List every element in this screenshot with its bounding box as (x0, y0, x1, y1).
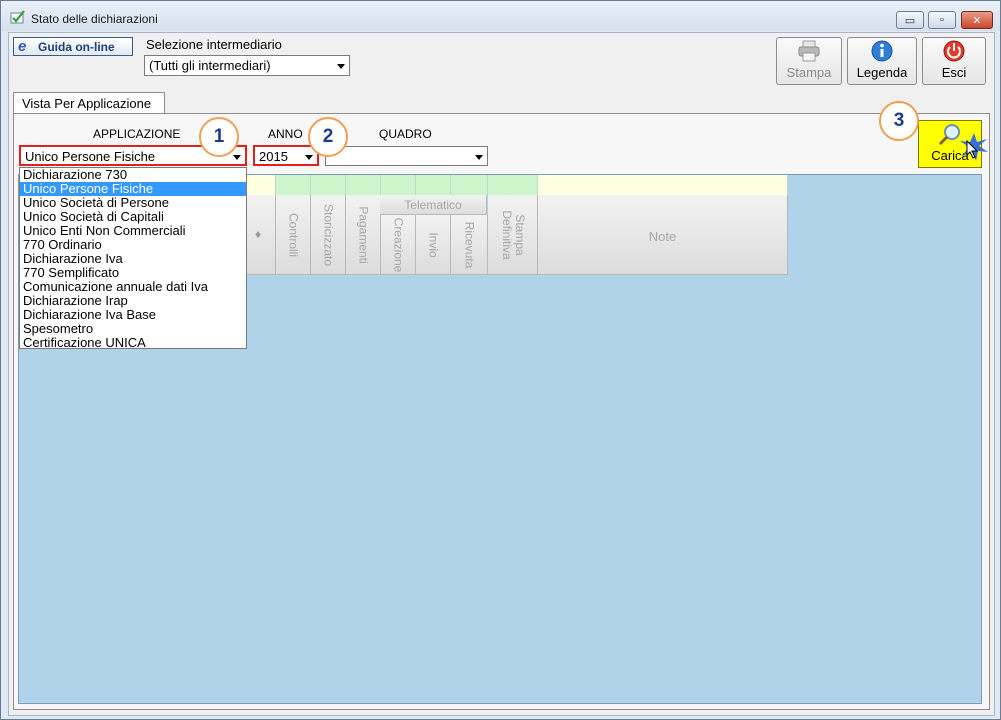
column-group-label: Telematico (404, 198, 462, 212)
print-label: Stampa (786, 65, 832, 80)
intermediary-select[interactable]: (Tutti gli intermediari) (144, 55, 350, 76)
dropdown-item[interactable]: Comunicazione annuale dati Iva (20, 280, 246, 294)
column-group-telematico: Telematico (380, 195, 487, 215)
column-label: Ricevuta (462, 221, 477, 268)
online-help-label: Guida on-line (38, 39, 115, 54)
column-label: Creazione (391, 217, 406, 272)
badge-number: 3 (893, 110, 905, 131)
dropdown-item[interactable]: Spesometro (20, 322, 246, 336)
exit-label: Esci (941, 65, 967, 80)
browser-e-icon: e (18, 37, 27, 55)
dropdown-item[interactable]: Dichiarazione Iva Base (20, 308, 246, 322)
app-window: Stato delle dichiarazioni ▭ ▫ ✕ e Guida … (0, 0, 1001, 720)
header-strip (538, 175, 788, 195)
column-header-pagamenti[interactable]: Pagamenti (346, 195, 381, 275)
close-icon: ✕ (972, 14, 982, 27)
column-header-stampa-definitiva[interactable]: Stampa Definitiva (488, 195, 538, 275)
chevron-down-icon (475, 155, 483, 160)
printer-icon (798, 40, 820, 62)
badge-number: 2 (322, 126, 334, 147)
badge-number: 1 (213, 126, 225, 147)
power-icon (943, 40, 965, 62)
column-header-creazione[interactable]: Creazione (381, 215, 416, 275)
tab-application-view[interactable]: Vista Per Applicazione (13, 92, 165, 114)
cursor-sparkle-icon (960, 133, 988, 161)
maximize-icon: ▫ (940, 14, 944, 26)
dropdown-item[interactable]: Dichiarazione Irap (20, 294, 246, 308)
dropdown-item[interactable]: 770 Semplificato (20, 266, 246, 280)
column-label: Pagamenti (356, 205, 371, 264)
column-header-note[interactable]: Note (538, 195, 788, 275)
application-value: Unico Persone Fisiche (25, 149, 156, 164)
online-help-button[interactable]: e Guida on-line (13, 37, 133, 56)
tab-label: Vista Per Applicazione (22, 96, 152, 111)
section-label: QUADRO (379, 127, 432, 141)
column-label: Controlli (286, 212, 301, 257)
intermediary-value: (Tutti gli intermediari) (149, 58, 271, 73)
checklist-icon (10, 10, 25, 24)
column-header-invio[interactable]: Invio (416, 215, 451, 275)
client-area: e Guida on-line Selezione intermediario … (8, 32, 995, 716)
year-value: 2015 (259, 149, 288, 164)
dropdown-item[interactable]: Dichiarazione Iva (20, 252, 246, 266)
dropdown-item[interactable]: Dichiarazione 730 (20, 168, 246, 182)
column-label: Note (648, 229, 677, 244)
column-header-sort[interactable]: ♦ (247, 195, 276, 275)
header-strip (488, 175, 538, 195)
exit-button[interactable]: Esci (922, 37, 986, 85)
chevron-down-icon (233, 155, 241, 160)
application-dropdown-list: Dichiarazione 730 Unico Persone Fisiche Un… (19, 167, 247, 350)
year-label: ANNO (268, 127, 303, 141)
application-label: APPLICAZIONE (93, 127, 181, 141)
year-select[interactable]: 2015 (253, 145, 319, 166)
annotation-badge-2: 2 (308, 117, 348, 157)
header-strip (247, 175, 276, 195)
close-window-button[interactable]: ✕ (961, 11, 993, 29)
column-header-controlli[interactable]: Controlli (276, 195, 311, 275)
title-bar: Stato delle dichiarazioni ▭ ▫ ✕ (1, 1, 1000, 31)
dropdown-item[interactable]: Unico Società di Persone (20, 196, 246, 210)
annotation-badge-3: 3 (879, 101, 919, 141)
column-header-storicizzato[interactable]: Storicizzato (311, 195, 346, 275)
legend-label: Legenda (856, 65, 908, 80)
dropdown-item[interactable]: Unico Enti Non Commerciali (20, 224, 246, 238)
header-strip (381, 175, 416, 195)
legend-button[interactable]: Legenda (847, 37, 917, 85)
annotation-badge-1: 1 (199, 117, 239, 157)
chevron-down-icon (305, 155, 313, 160)
print-button[interactable]: Stampa (776, 37, 842, 85)
column-header-ricevuta[interactable]: Ricevuta (451, 215, 488, 275)
header-strip (346, 175, 381, 195)
chevron-down-icon (337, 64, 345, 69)
header-strip (311, 175, 346, 195)
header-strip (276, 175, 311, 195)
minimize-button[interactable]: ▭ (896, 11, 924, 29)
dropdown-item[interactable]: Unico Società di Capitali (20, 210, 246, 224)
header-strip (451, 175, 488, 195)
sort-diamond-icon: ♦ (255, 227, 262, 241)
column-label: Invio (426, 231, 441, 258)
dropdown-item[interactable]: 770 Ordinario (20, 238, 246, 252)
dropdown-item[interactable]: Certificazione UNICA (20, 336, 246, 350)
minimize-icon: ▭ (904, 14, 916, 27)
column-label: Stampa Definitiva (499, 209, 527, 260)
dropdown-item[interactable]: Unico Persone Fisiche (20, 182, 246, 196)
info-icon (871, 40, 893, 62)
column-label: Storicizzato (321, 203, 336, 266)
maximize-button[interactable]: ▫ (928, 11, 956, 29)
section-select[interactable] (325, 146, 488, 166)
header-strip (416, 175, 451, 195)
window-title: Stato delle dichiarazioni (31, 12, 158, 26)
intermediary-label: Selezione intermediario (146, 37, 282, 52)
